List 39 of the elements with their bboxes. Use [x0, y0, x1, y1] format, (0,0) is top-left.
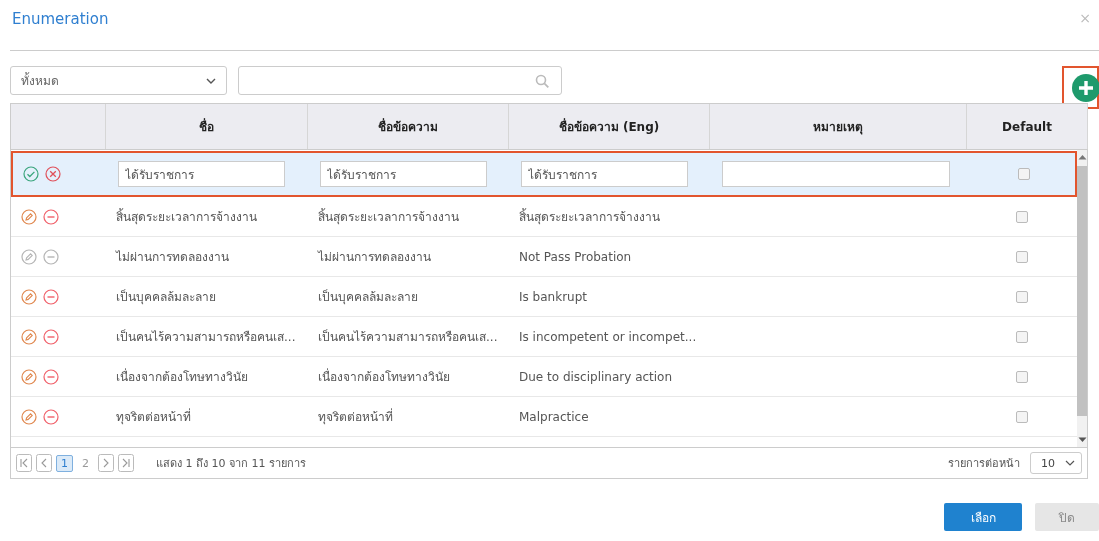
- column-header: ชื่อข้อความ (Eng): [509, 104, 710, 149]
- column-header: ชื่อข้อความ: [308, 104, 509, 149]
- text-field[interactable]: ได้รับราชการ: [118, 161, 285, 187]
- table-cell-text: Not Pass Probation: [518, 249, 633, 264]
- table-row[interactable]: ทุจริตต่อหน้าที่ ทุจริตต่อหน้าที่ Malpractice: [11, 397, 1077, 437]
- select-button[interactable]: เลือก: [944, 503, 1022, 531]
- table-cell-text: Due to disciplinary action: [518, 369, 674, 384]
- table-cell-text: สิ้นสุดระยะเวลาการจ้างงาน: [115, 207, 258, 226]
- table-cell-text: เป็นคนไร้ความสามารถหรือคนเส...: [115, 328, 297, 346]
- table-cell-text: เป็นคนไร้ความสามารถหรือคนเส...: [317, 328, 499, 346]
- table-cell-text: เนื่องจากต้องโทษทางวินัย: [115, 367, 249, 386]
- table-row[interactable]: สิ้นสุดระยะเวลาการจ้างงาน สิ้นสุดระยะเวลาการจ้างงาน สิ้นสุดระยะเวลาการจ้างงาน: [11, 197, 1077, 237]
- table-cell-text: เป็นบุคคลล้มละลาย: [317, 288, 419, 306]
- table-cell-text: ไม่ผ่านการทดลองงาน: [114, 249, 230, 266]
- table-row[interactable]: ได้รับราชการ ได้รับราชการ ได้รับราชการ: [11, 151, 1077, 197]
- text-field[interactable]: ได้รับราชการ: [521, 161, 688, 187]
- page-button[interactable]: 1: [56, 454, 73, 472]
- table-cell-text: สิ้นสุดระยะเวลาการจ้างงาน: [317, 207, 460, 226]
- page-size-label: รายการต่อหน้า: [948, 456, 1020, 472]
- column-header: หมายเหตุ: [710, 104, 967, 149]
- table-cell-text: เนื่องจากต้องโทษทางวินัย: [317, 367, 451, 386]
- table-cell-text: Is bankrupt: [518, 289, 588, 304]
- table-cell-text: สิ้นสุดระยะเวลาการจ้างงาน: [518, 207, 661, 226]
- table-cell-text: ทุจริตต่อหน้าที่: [115, 407, 192, 426]
- column-header: Default: [967, 104, 1088, 149]
- table-cell-text: ทุจริตต่อหน้าที่: [317, 407, 394, 426]
- table-row[interactable]: เป็นคนไร้ความสามารถหรือคนเส... เป็นคนไร้ความสามารถหรือคนเส... Is incompetent or incompet...: [11, 317, 1077, 357]
- table-row[interactable]: เนื่องจากต้องโทษทางวินัย เนื่องจากต้องโทษทางวินัย Due to disciplinary action: [11, 357, 1077, 397]
- table-cell-text: เป็นบุคคลล้มละลาย: [115, 288, 217, 306]
- table-row[interactable]: เป็นบุคคลล้มละลาย เป็นบุคคลล้มละลาย Is bankrupt: [11, 277, 1077, 317]
- filter-dropdown[interactable]: ทั้งหมด: [10, 66, 227, 95]
- text-field[interactable]: ได้รับราชการ: [320, 161, 487, 187]
- table-cell-text: Malpractice: [518, 409, 590, 424]
- table-cell-text: Is incompetent or incompet...: [518, 329, 698, 344]
- column-header: ชื่อ: [106, 104, 308, 149]
- dialog-title: Enumeration: [12, 10, 109, 28]
- table-cell-text: ไม่ผ่านการทดลองงาน: [316, 249, 432, 266]
- page-size-dropdown[interactable]: 10: [1030, 452, 1082, 474]
- pager-summary: แสดง 1 ถึง 10 จาก 11 รายการ: [156, 456, 306, 472]
